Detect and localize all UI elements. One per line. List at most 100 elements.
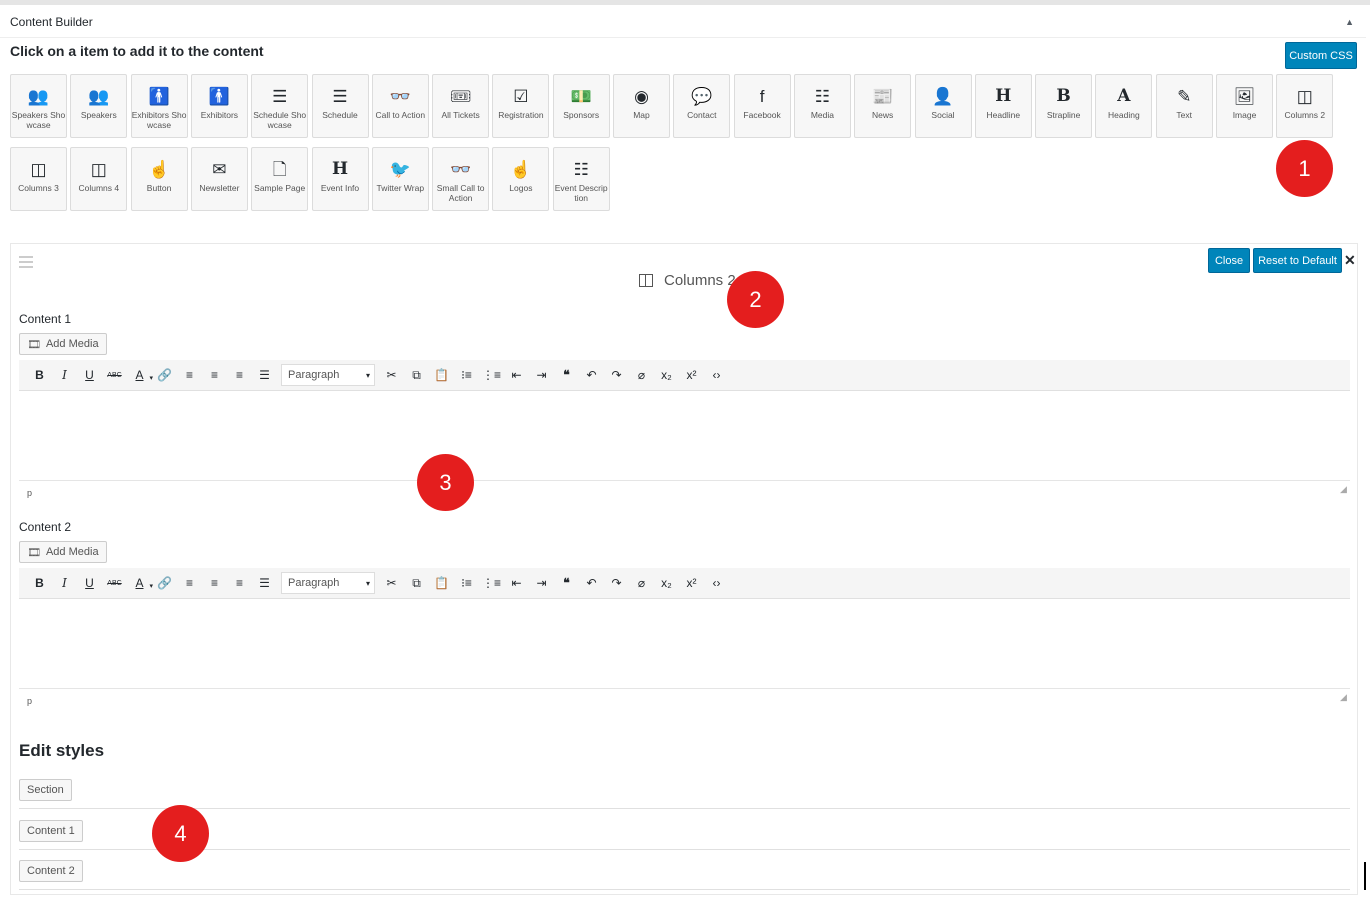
block-row1-4[interactable]: ☰ Schedule Showcase xyxy=(251,74,309,138)
justify-button[interactable]: ☰ xyxy=(252,571,277,595)
block-row2-7[interactable]: 👓 Small Call to Action xyxy=(432,147,490,211)
bullet-list-button[interactable]: ⁝≡ xyxy=(454,571,479,595)
link-button[interactable]: 🔗 xyxy=(152,571,177,595)
content-2-style-button[interactable]: Content 2 xyxy=(19,860,83,882)
block-row1-17[interactable]: B Strapline xyxy=(1035,74,1093,138)
block-row1-19[interactable]: ✎ Text xyxy=(1155,74,1213,138)
drag-handle-icon[interactable] xyxy=(19,256,33,271)
bold-button[interactable]: B xyxy=(27,571,52,595)
underline-button[interactable]: U xyxy=(77,363,102,387)
reset-to-default-button[interactable]: Reset to Default xyxy=(1253,248,1342,273)
indent-button[interactable]: ⇥ xyxy=(529,363,554,387)
block-row1-13[interactable]: ☷ Media xyxy=(793,74,851,138)
block-row1-1[interactable]: 👥 Speakers xyxy=(70,74,128,138)
align-left-button[interactable]: ≡ xyxy=(177,571,202,595)
block-row2-5[interactable]: H Event Info xyxy=(311,147,369,211)
remove-block-icon[interactable]: ✕ xyxy=(1344,252,1356,269)
block-row1-3[interactable]: 🚹 Exhibitors xyxy=(190,74,248,138)
block-row1-7[interactable]: 🎟 All Tickets xyxy=(432,74,490,138)
copy-button[interactable]: ⧉ xyxy=(404,571,429,595)
block-row1-21[interactable]: ◫ Columns 2 xyxy=(1276,74,1334,138)
align-center-button[interactable]: ≡ xyxy=(202,363,227,387)
block-row2-3[interactable]: ✉ Newsletter xyxy=(190,147,248,211)
align-right-button[interactable]: ≡ xyxy=(227,571,252,595)
content-1-style-button[interactable]: Content 1 xyxy=(19,820,83,842)
undo-button[interactable]: ↶ xyxy=(579,571,604,595)
block-row2-2[interactable]: ☝ Button xyxy=(130,147,188,211)
block-row1-11[interactable]: 💬 Contact xyxy=(673,74,731,138)
text-color-button[interactable]: A xyxy=(127,571,153,595)
block-label: Columns 4 xyxy=(78,183,120,193)
indent-button[interactable]: ⇥ xyxy=(529,571,554,595)
source-code-button[interactable]: ‹› xyxy=(704,571,729,595)
blockquote-button[interactable]: ❝ xyxy=(554,571,579,595)
italic-button[interactable]: I xyxy=(52,363,77,387)
subscript-button[interactable]: x₂ xyxy=(654,571,679,595)
italic-button[interactable]: I xyxy=(52,571,77,595)
block-row1-12[interactable]: f Facebook xyxy=(733,74,791,138)
superscript-button[interactable]: x² xyxy=(679,363,704,387)
justify-button[interactable]: ☰ xyxy=(252,363,277,387)
block-row1-8[interactable]: ☑ Registration xyxy=(492,74,550,138)
section-style-button[interactable]: Section xyxy=(19,779,72,801)
numbered-list-button[interactable]: ⋮≡ xyxy=(479,363,504,387)
link-button[interactable]: 🔗 xyxy=(152,363,177,387)
align-center-button[interactable]: ≡ xyxy=(202,571,227,595)
numbered-list-button[interactable]: ⋮≡ xyxy=(479,571,504,595)
format-select[interactable]: Paragraph ▾ xyxy=(281,572,375,594)
block-row1-18[interactable]: A Heading xyxy=(1095,74,1153,138)
outdent-button[interactable]: ⇤ xyxy=(504,363,529,387)
outdent-button[interactable]: ⇤ xyxy=(504,571,529,595)
block-row2-8[interactable]: ☝ Logos xyxy=(492,147,550,211)
block-row2-4[interactable]: 🗋 Sample Page xyxy=(251,147,309,211)
redo-button[interactable]: ↷ xyxy=(604,571,629,595)
add-media-button-2[interactable]: 🎞 Add Media xyxy=(19,541,107,563)
block-row1-20[interactable]: 🖼 Image xyxy=(1216,74,1273,138)
undo-button[interactable]: ↶ xyxy=(579,363,604,387)
subscript-button[interactable]: x₂ xyxy=(654,363,679,387)
block-row1-5[interactable]: ☰ Schedule xyxy=(311,74,369,138)
copy-button[interactable]: ⧉ xyxy=(404,363,429,387)
strikethrough-button[interactable]: ABC xyxy=(102,363,127,387)
block-row1-9[interactable]: 💵 Sponsors xyxy=(552,74,610,138)
block-label: Sponsors xyxy=(563,110,600,120)
source-code-button[interactable]: ‹› xyxy=(704,363,729,387)
clear-formatting-button[interactable]: ⌀ xyxy=(629,363,654,387)
block-row1-2[interactable]: 🚹 Exhibitors Showcase xyxy=(130,74,188,138)
block-row2-0[interactable]: ◫ Columns 3 xyxy=(10,147,67,211)
format-select[interactable]: Paragraph ▾ xyxy=(281,364,375,386)
strikethrough-button[interactable]: ABC xyxy=(102,571,127,595)
cut-button[interactable]: ✂ xyxy=(379,363,404,387)
superscript-button[interactable]: x² xyxy=(679,571,704,595)
bullet-list-button[interactable]: ⁝≡ xyxy=(454,363,479,387)
block-row2-6[interactable]: 🐦 Twitter Wrap xyxy=(371,147,429,211)
block-row1-10[interactable]: ◉ Map xyxy=(613,74,670,138)
block-row2-9[interactable]: ☷ Event Description xyxy=(552,147,610,211)
text-color-button[interactable]: A xyxy=(127,363,153,387)
content-1-editor-area[interactable] xyxy=(19,391,1350,481)
block-row1-15[interactable]: 👤 Social xyxy=(914,74,972,138)
clear-formatting-button[interactable]: ⌀ xyxy=(629,571,654,595)
blockquote-button[interactable]: ❝ xyxy=(554,363,579,387)
redo-button[interactable]: ↷ xyxy=(604,363,629,387)
server-icon: ☰ xyxy=(272,86,288,106)
align-right-button[interactable]: ≡ xyxy=(227,363,252,387)
block-row1-0[interactable]: 👥 Speakers Showcase xyxy=(10,74,67,138)
content-2-editor-area[interactable] xyxy=(19,599,1350,689)
collapse-toggle-icon[interactable]: ▲ xyxy=(1345,17,1354,27)
paste-button[interactable]: 📋 xyxy=(429,363,454,387)
block-row2-1[interactable]: ◫ Columns 4 xyxy=(70,147,128,211)
resize-grip-icon[interactable]: ◢ xyxy=(1340,484,1347,495)
resize-grip-icon[interactable]: ◢ xyxy=(1340,692,1347,703)
align-left-button[interactable]: ≡ xyxy=(177,363,202,387)
custom-css-button[interactable]: Custom CSS xyxy=(1285,42,1357,69)
block-row1-16[interactable]: H Headline xyxy=(974,74,1032,138)
paste-button[interactable]: 📋 xyxy=(429,571,454,595)
bold-button[interactable]: B xyxy=(27,363,52,387)
add-media-button-1[interactable]: 🎞 Add Media xyxy=(19,333,107,355)
block-row1-6[interactable]: 👓 Call to Action xyxy=(371,74,429,138)
block-row1-14[interactable]: 📰 News xyxy=(854,74,912,138)
cut-button[interactable]: ✂ xyxy=(379,571,404,595)
underline-button[interactable]: U xyxy=(77,571,102,595)
close-button[interactable]: Close xyxy=(1208,248,1250,273)
